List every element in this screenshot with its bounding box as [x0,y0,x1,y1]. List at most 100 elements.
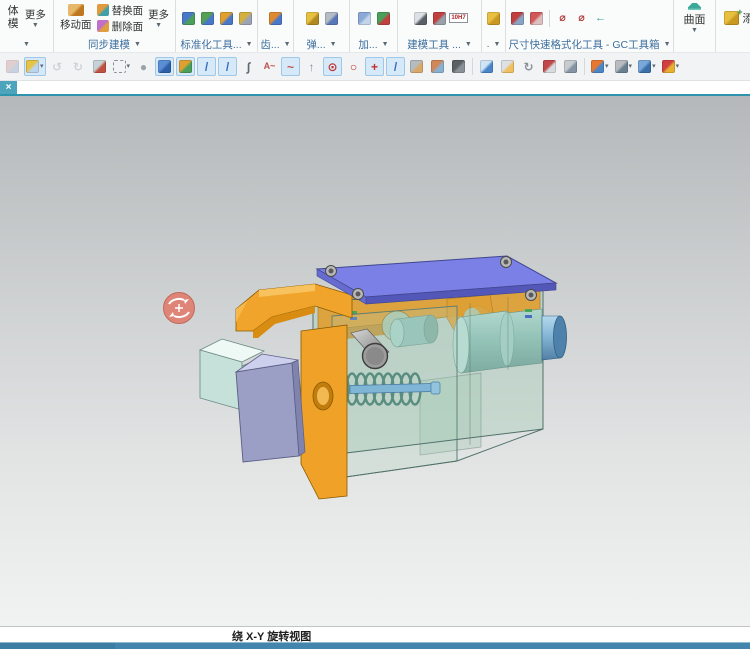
dropdown-arrow-icon[interactable]: ▾ [676,63,680,70]
gear-modeling-icon[interactable] [267,10,284,27]
circle-tool-icon[interactable]: ○ [344,57,363,76]
add-component-button[interactable]: + 添加 [724,10,750,26]
group-dropdown-icon[interactable]: ▼ [246,41,253,48]
more-button-sync[interactable]: 更多 ▼ [145,7,172,29]
select-rectangle-icon[interactable]: ▾ [111,57,133,76]
icon-graphic [662,60,675,73]
lavender-block[interactable] [236,354,305,462]
spring-design-icon[interactable] [304,10,321,27]
toolbar-divider [584,58,585,75]
icon-glyph: ↻ [524,61,534,73]
icon-graphic [158,60,171,73]
ribbon-group-standard-tools: 标准化工具... ▼ [176,0,258,52]
section-magnifier-icon[interactable] [477,57,496,76]
dropdown-arrow-icon[interactable]: ▾ [40,63,44,70]
icon-graphic [201,12,214,25]
bolt-library-icon[interactable] [485,10,502,27]
clipboard-paste-icon[interactable] [3,57,22,76]
icon-graphic [377,12,390,25]
icon-glyph: ⌀ [559,13,566,24]
surface-icon [688,3,701,10]
group-dropdown-icon[interactable]: ▼ [23,41,30,48]
refresh-view-icon[interactable]: ↻ [519,57,538,76]
group-dropdown-icon[interactable]: ▼ [664,41,671,48]
studio-spline-icon[interactable]: A~ [260,57,279,76]
arc-hook-icon[interactable]: ∫ [239,57,258,76]
window-layout-icon[interactable]: ▾ [589,57,611,76]
point-on-curve-icon[interactable]: ⊙ [323,57,342,76]
clip-section-icon[interactable]: ▾ [613,57,635,76]
undo-icon[interactable]: ↺ [48,57,67,76]
surface-button[interactable]: 曲面 ▼ [684,3,706,34]
close-tab-button[interactable]: × [0,81,17,94]
icon-graphic [530,12,543,25]
diameter-ref-icon[interactable]: ⌀ [573,10,590,27]
standard-assembly-icon[interactable] [199,10,216,27]
probe-tool-icon[interactable] [375,10,392,27]
group-label-gc-toolbox: 尺寸快速格式化工具 - GC工具箱 [508,37,659,52]
view-window-icon[interactable] [498,57,517,76]
edit-section-icon[interactable] [540,57,559,76]
standard-feature-icon[interactable] [218,10,235,27]
dimension-quick-icon[interactable] [509,10,526,27]
add-component-icon: + [724,11,739,25]
mesh-face-icon[interactable] [449,57,468,76]
render-sphere-icon[interactable]: ● [134,57,153,76]
orbit-rotate-icon[interactable] [90,57,109,76]
dropdown-arrow-icon[interactable]: ▾ [629,63,633,70]
axis-point-icon[interactable]: ↑ [302,57,321,76]
icon-graphic [182,12,195,25]
line-tool-icon[interactable]: / [197,57,216,76]
sine-curve-icon[interactable]: ~ [281,57,300,76]
graphics-viewport[interactable] [0,96,750,626]
partial-command-labels[interactable]: 体 模 [3,5,19,31]
dropdown-arrow-icon[interactable]: ▾ [652,63,656,70]
group-dropdown-icon[interactable]: ▼ [465,41,472,48]
replace-face-button[interactable]: 替换面 [97,3,144,18]
fixture-tool-icon[interactable] [356,10,373,27]
group-dropdown-icon[interactable]: ▼ [284,41,291,48]
move-face-button[interactable]: 移动面 [57,4,95,32]
point-plus-icon[interactable]: + [365,57,384,76]
icon-graphic [487,12,500,25]
view-section-icon[interactable] [412,10,429,27]
diameter-dim-icon[interactable]: ⌀ [554,10,571,27]
blue-shaft-end[interactable] [542,316,567,360]
replace-face-label: 替换面 [112,3,144,18]
group-dropdown-icon[interactable]: ▼ [493,41,500,48]
work-stamp-icon[interactable] [561,57,580,76]
icon-glyph: / [205,61,208,73]
tolerance-10h7-icon[interactable]: 10H7 [450,10,467,27]
more-button-left[interactable]: 更多 ▼ [21,7,50,29]
dropdown-arrow-icon[interactable]: ▾ [605,63,609,70]
face-draft-icon[interactable] [428,57,447,76]
keyboard-input-icon[interactable] [237,10,254,27]
swap-dim-icon[interactable]: ← [592,10,609,27]
snap-move-icon[interactable] [176,57,195,76]
shaded-cube-icon[interactable] [155,57,174,76]
delete-face-button[interactable]: 删除面 [97,19,144,34]
ribbon-group-partial-dot: . ▼ [482,0,506,52]
dropdown-arrow-icon[interactable]: ▾ [127,63,131,70]
standard-part-icon[interactable] [180,10,197,27]
group-dropdown-icon[interactable]: ▼ [330,41,337,48]
icon-graphic [615,60,628,73]
group-dropdown-icon[interactable]: ▼ [134,41,141,48]
icon-glyph: ↻ [73,61,83,73]
slash-line-icon[interactable]: / [386,57,405,76]
icon-glyph: ∫ [247,61,250,73]
delete-face-label: 删除面 [112,19,144,34]
face-shade-icon[interactable] [407,57,426,76]
redo-icon[interactable]: ↻ [69,57,88,76]
icon-graphic [113,60,126,73]
display-cube-icon[interactable]: ▾ [636,57,658,76]
add-label: 添加 [743,10,750,26]
weld-assistant-icon[interactable] [431,10,448,27]
snap-point-options-icon[interactable]: ▾ [660,57,682,76]
feature-insert-icon[interactable]: ▾ [24,57,46,76]
dimension-edit-icon[interactable] [528,10,545,27]
spring-brush-icon[interactable] [323,10,340,27]
group-label-gear: 齿... [260,37,279,52]
profile-line-icon[interactable]: / [218,57,237,76]
group-dropdown-icon[interactable]: ▼ [382,41,389,48]
